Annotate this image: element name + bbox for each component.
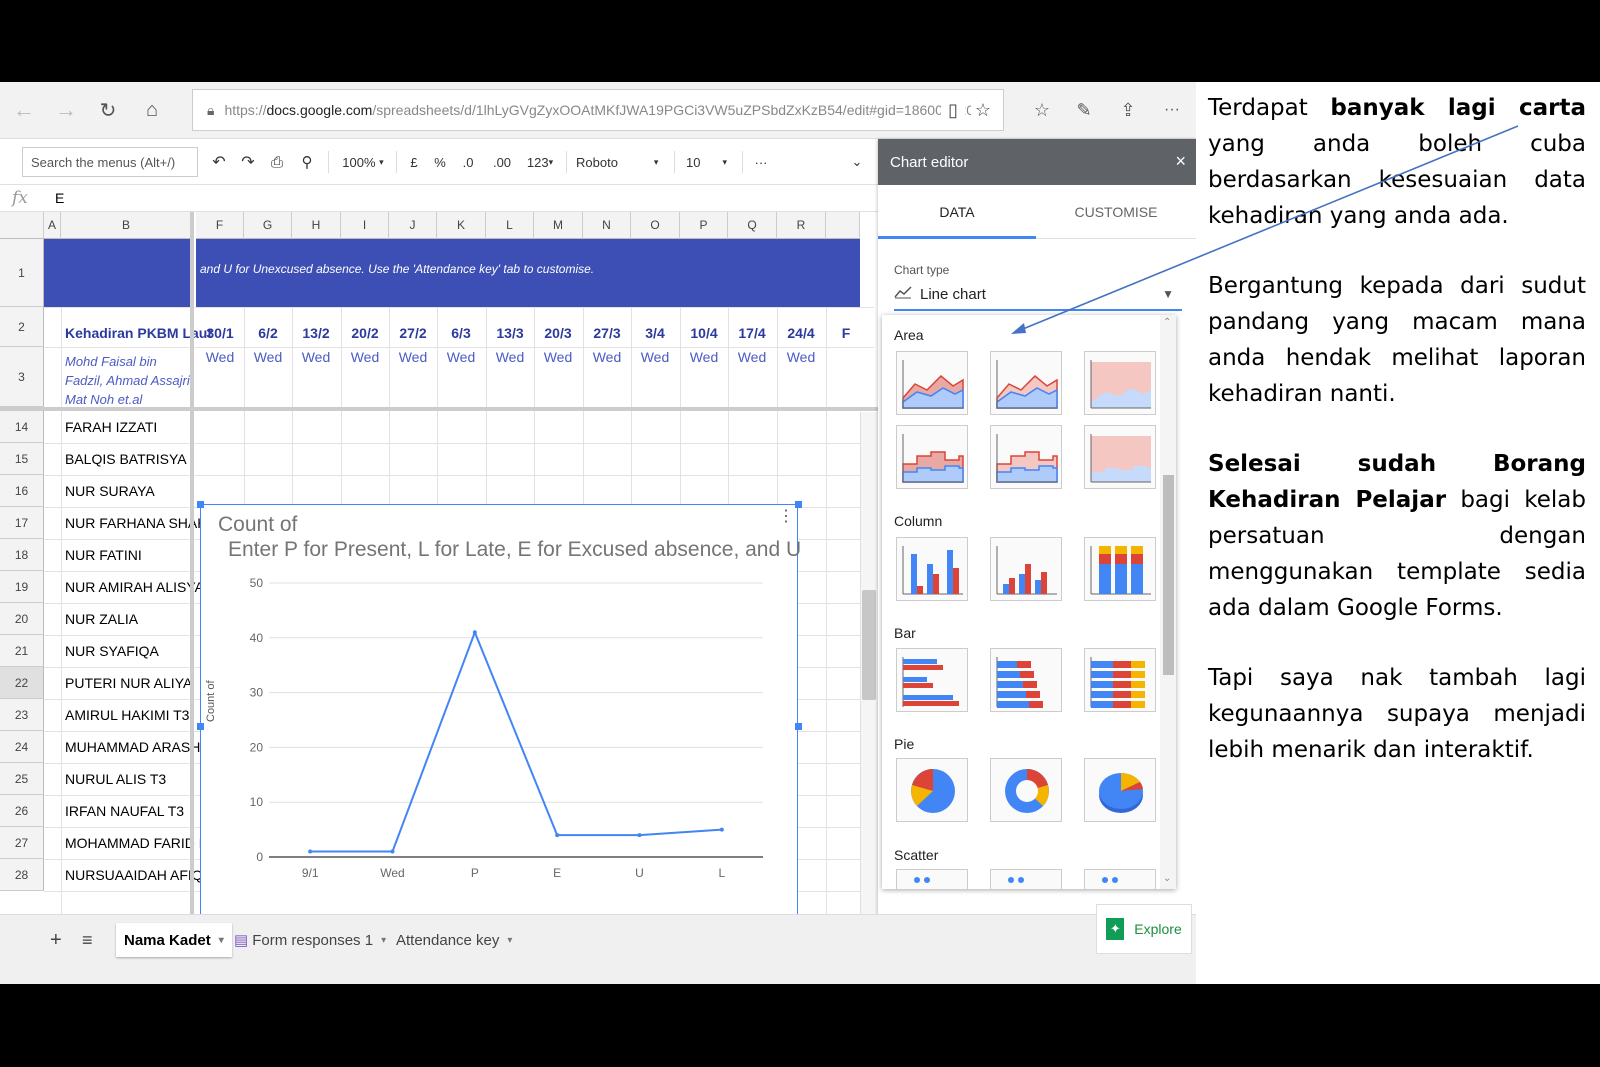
annotation-arrow bbox=[1011, 125, 1519, 334]
stage: ← → ↻ ⌂ 🔒︎ https://docs.google.com/sprea… bbox=[0, 82, 1600, 984]
